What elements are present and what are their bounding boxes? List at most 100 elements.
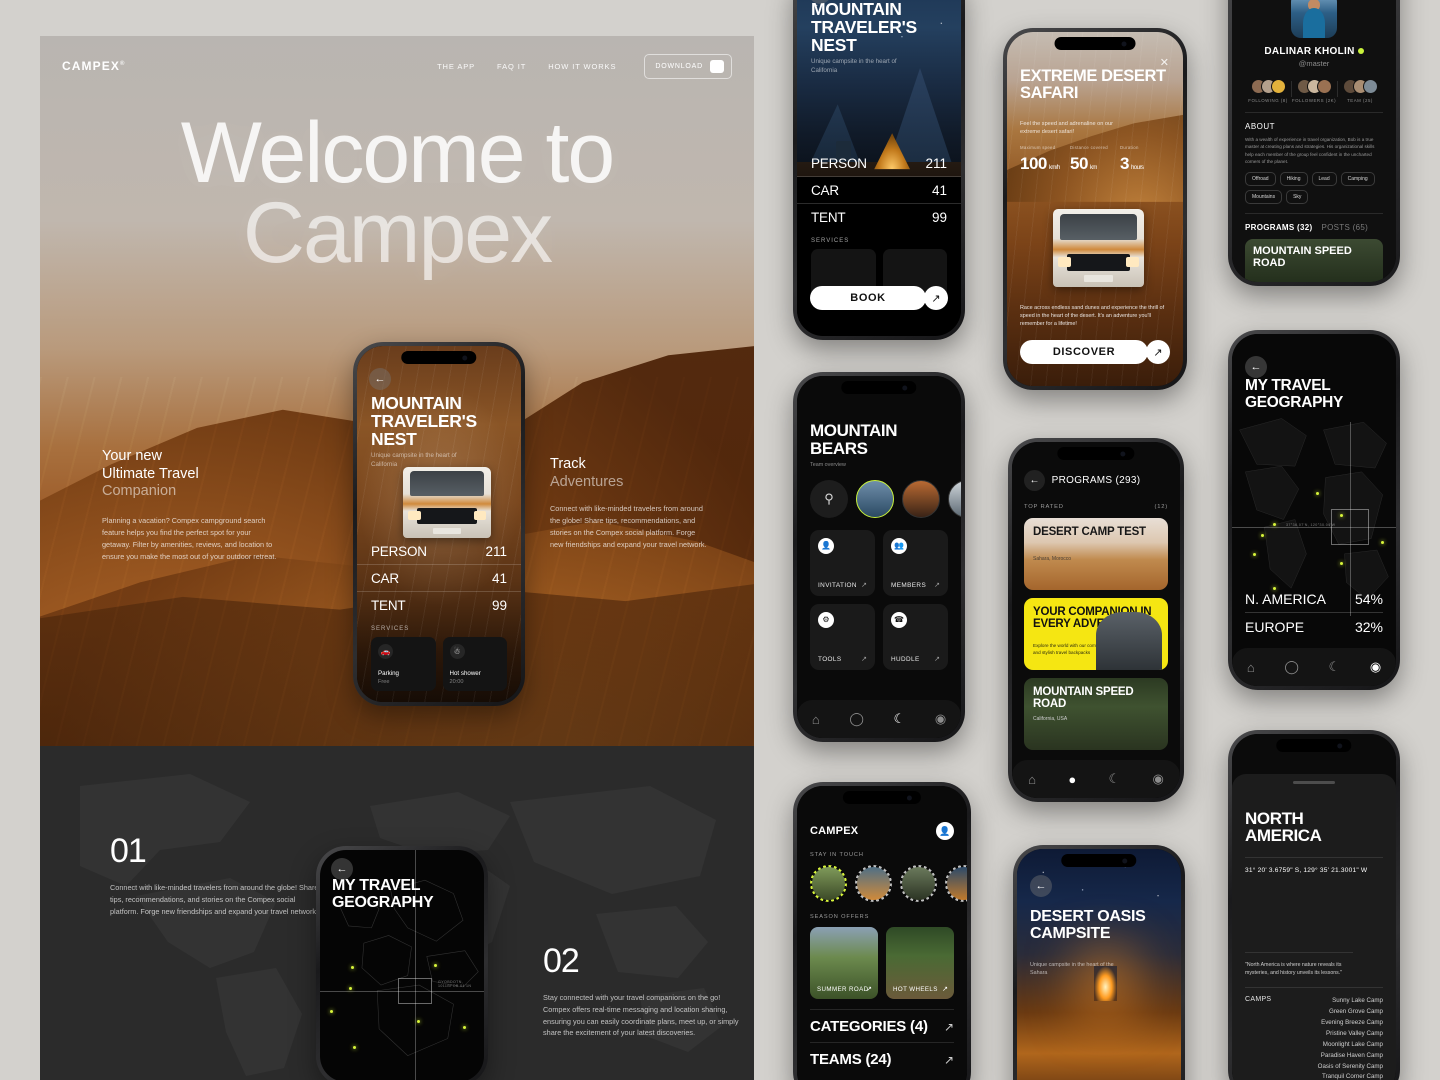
hero-right-body: Connect with like-minded travelers from … (550, 504, 707, 549)
search-icon[interactable]: ⚲ (810, 479, 848, 518)
phone-icon: ☎ (891, 611, 907, 628)
map-dot[interactable] (434, 964, 437, 967)
nav-link-how-it-works[interactable]: HOW IT WORKS (548, 62, 616, 71)
home-icon[interactable]: ⌂ (1247, 660, 1255, 675)
profile-icon[interactable]: ◉ (935, 711, 946, 727)
stat-value: 211 (485, 544, 507, 560)
compass-icon[interactable]: ◯ (849, 711, 864, 727)
story-thumb (902, 867, 935, 900)
back-button[interactable]: ← (1245, 356, 1267, 378)
row-teams[interactable]: TEAMS (24) ↗ (810, 1042, 954, 1075)
map-dot[interactable] (417, 1020, 420, 1023)
tag-offroad[interactable]: Offroad (1245, 172, 1276, 187)
campsite-title: MOUNTAIN TRAVELER'S NEST (371, 393, 477, 450)
tag-camping[interactable]: Camping (1340, 172, 1375, 187)
map-dot[interactable] (349, 987, 352, 990)
camp-item[interactable]: Oasis of Serenity Camp (1318, 1062, 1383, 1073)
back-button[interactable]: ← (369, 368, 391, 390)
compass-icon[interactable]: ◯ (1284, 659, 1299, 675)
camp-item[interactable]: Tranquil Corner Camp (1318, 1072, 1383, 1080)
map-coordinate-label: GYOBDOTN, 1011BFOB 04'1N (438, 980, 472, 988)
offer-card-hot-wheels[interactable]: HOT WHEELS ↗ (886, 927, 954, 999)
stat-value: 211 (925, 156, 947, 171)
camp-item[interactable]: Moonlight Lake Camp (1318, 1040, 1383, 1051)
service-card-parking[interactable]: 🚗 Parking Free (371, 637, 436, 692)
stat-followers[interactable]: FOLLOWERS (2K) (1291, 79, 1337, 103)
program-card-mountain-speed-road[interactable]: MOUNTAIN SPEED ROAD California, USA (1024, 678, 1168, 750)
map-dot[interactable] (463, 1026, 466, 1029)
camp-item[interactable]: Green Grove Camp (1318, 1007, 1383, 1018)
fire-icon[interactable]: ● (1068, 772, 1076, 787)
stat-value: 41 (491, 571, 507, 587)
tag-sky[interactable]: Sky (1286, 190, 1309, 205)
program-card-companion-ad[interactable]: YOUR COMPANION IN EVERY ADVENTURE Explor… (1024, 598, 1168, 670)
story-item[interactable] (900, 865, 937, 902)
home-icon[interactable]: ⌂ (812, 712, 820, 727)
back-button[interactable]: ← (331, 858, 353, 880)
moon-icon[interactable]: ☾ (894, 711, 906, 727)
camp-item[interactable]: Evening Breeze Camp (1318, 1018, 1383, 1029)
tab-programs[interactable]: PROGRAMS (32) (1245, 223, 1312, 232)
map-dot[interactable] (1340, 562, 1343, 565)
safari-subtitle: Feel the speed and adrenaline on our ext… (1020, 121, 1113, 136)
avatar[interactable] (1291, 0, 1337, 38)
member-avatar[interactable] (948, 479, 961, 518)
stat-following[interactable]: FOLLOWING (8) (1245, 79, 1291, 103)
row-categories[interactable]: CATEGORIES (4) ↗ (810, 1009, 954, 1042)
program-card[interactable]: MOUNTAIN SPEED ROAD (1245, 239, 1383, 282)
moon-icon[interactable]: ☾ (1329, 659, 1341, 675)
stat-unit: hours (1130, 165, 1144, 171)
tag-lead[interactable]: Lead (1311, 172, 1337, 187)
tile-members[interactable]: 👥 MEMBERS ↗ (883, 529, 948, 596)
home-icon[interactable]: ⌂ (1028, 772, 1036, 787)
arrow-up-right-icon[interactable]: ↗ (924, 286, 948, 310)
profile-icon[interactable]: ◉ (1152, 771, 1163, 787)
back-button[interactable]: ← (1024, 470, 1045, 491)
book-button[interactable]: BOOK (810, 286, 926, 310)
suv-headlight-left (1058, 257, 1072, 267)
map-dot[interactable] (1381, 541, 1384, 544)
map-selection-box[interactable] (1331, 509, 1369, 545)
map-dot[interactable] (1261, 534, 1264, 537)
tile-huddle[interactable]: ☎ HUDDLE ↗ (883, 603, 948, 670)
hero-phone-screen: ← MOUNTAIN TRAVELER'S NEST Unique campsi… (357, 346, 521, 702)
brand-logo[interactable]: CAMPEX® (62, 59, 125, 73)
member-avatar[interactable] (902, 479, 940, 518)
stat-team[interactable]: TEAM (25) (1337, 79, 1383, 103)
download-button[interactable]: DOWNLOAD  (644, 53, 732, 79)
tag-mountains[interactable]: Mountains (1245, 190, 1283, 205)
map-dot[interactable] (1340, 514, 1343, 517)
story-item[interactable] (945, 865, 967, 902)
map-dot[interactable] (353, 1046, 356, 1049)
camp-item[interactable]: Paradise Haven Camp (1318, 1051, 1383, 1062)
nav-link-faq-it[interactable]: FAQ IT (497, 62, 526, 71)
moon-icon[interactable]: ☾ (1109, 771, 1121, 787)
member-avatar[interactable] (856, 479, 894, 518)
map-dot[interactable] (1316, 492, 1319, 495)
back-button[interactable]: ← (1030, 875, 1052, 897)
map-dot[interactable] (1273, 523, 1276, 526)
program-card-desert-camp-test[interactable]: DESERT CAMP TEST Sahara, Morocco (1024, 518, 1168, 590)
offer-card-summer-road[interactable]: SUMMER ROAD ↗ (810, 927, 878, 999)
camp-item[interactable]: Pristine Valley Camp (1318, 1029, 1383, 1040)
tag-hiking[interactable]: Hiking (1279, 172, 1308, 187)
map-dot[interactable] (351, 966, 354, 969)
tile-tools[interactable]: ⚙ TOOLS ↗ (810, 603, 875, 670)
profile-icon[interactable]: ◉ (1370, 659, 1381, 675)
story-thumb (812, 867, 845, 900)
avatar-stack (1245, 79, 1291, 94)
story-item[interactable] (855, 865, 892, 902)
sheet-grab-handle[interactable] (1293, 781, 1335, 784)
nav-link-the-app[interactable]: THE APP (437, 62, 475, 71)
map-dot[interactable] (1253, 553, 1256, 556)
service-card-hot-shower[interactable]: ☃ Hot shower 20:00 (442, 637, 507, 692)
tile-invitation[interactable]: 👤 INVITATION ↗ (810, 529, 875, 596)
tab-posts[interactable]: POSTS (65) (1321, 223, 1368, 232)
map-dot[interactable] (330, 1010, 333, 1013)
story-item[interactable] (810, 865, 847, 902)
close-icon[interactable]: ✕ (1160, 56, 1169, 69)
discover-button[interactable]: DISCOVER (1020, 340, 1148, 364)
arrow-up-right-icon[interactable]: ↗ (1146, 340, 1170, 364)
profile-icon[interactable]: 👤 (936, 822, 954, 840)
camp-item[interactable]: Sunny Lake Camp (1318, 996, 1383, 1007)
